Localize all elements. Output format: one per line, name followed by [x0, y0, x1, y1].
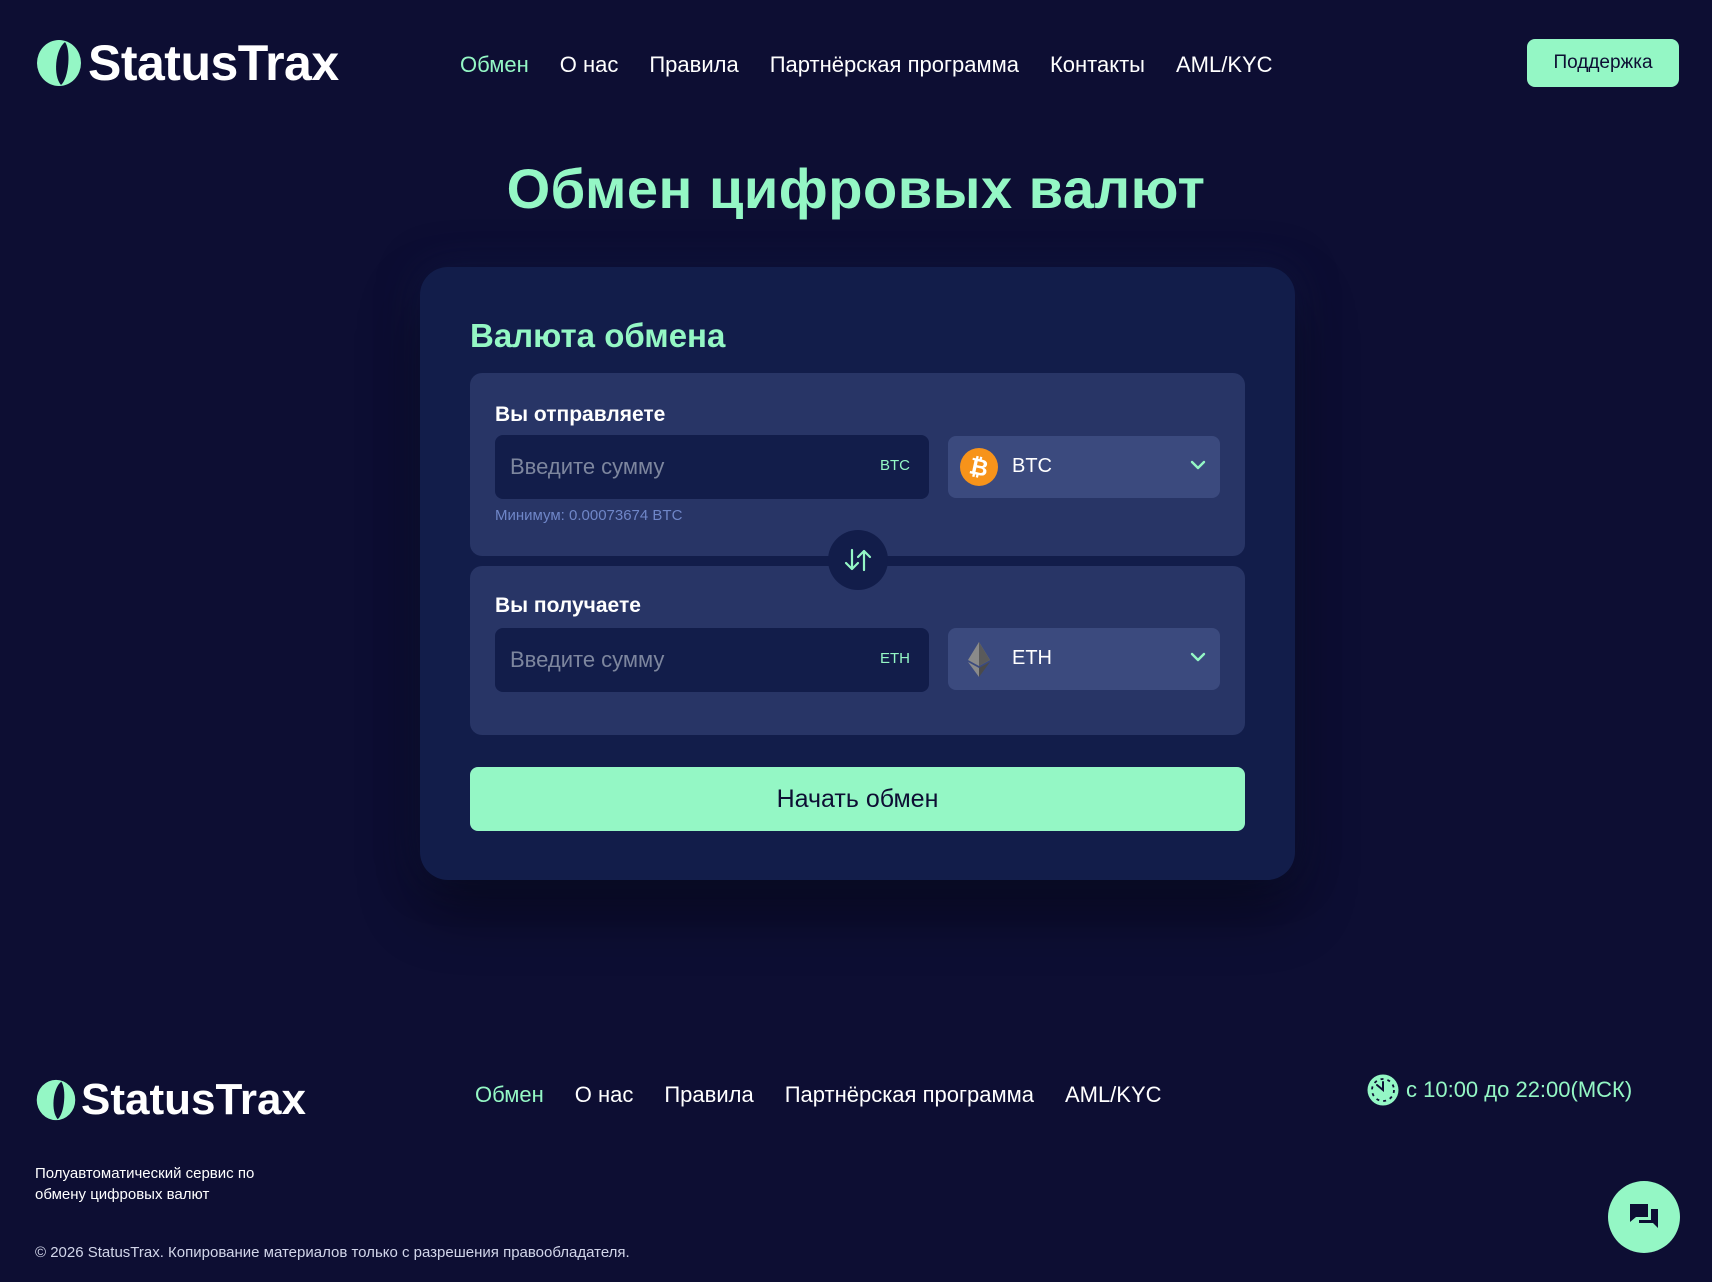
clock-icon: [1367, 1074, 1399, 1106]
minimum-note: Минимум: 0.00073674 BTC: [495, 507, 683, 524]
footer-nav: Обмен О нас Правила Партнёрская программ…: [475, 1080, 1193, 1110]
footer-nav-about[interactable]: О нас: [575, 1080, 634, 1110]
receive-amount-field: ETH: [495, 628, 929, 692]
footer-nav-exchange[interactable]: Обмен: [475, 1080, 544, 1110]
copyright: © 2026 StatusTrax. Копирование материало…: [35, 1244, 630, 1261]
support-button[interactable]: Поддержка: [1527, 39, 1679, 87]
send-block: Вы отправляете BTC ₿ BTC Минимум: 0.0007…: [470, 373, 1245, 556]
bitcoin-icon: ₿: [960, 448, 998, 486]
logo-icon: [37, 40, 81, 86]
receive-amount-input[interactable]: [510, 628, 850, 692]
nav-contacts[interactable]: Контакты: [1050, 50, 1145, 80]
footer-tagline: Полуавтоматический сервис по обмену цифр…: [35, 1165, 255, 1203]
nav-rules[interactable]: Правила: [649, 50, 738, 80]
footer-logo[interactable]: StatusTrax: [35, 1078, 306, 1122]
receive-selected-currency: ETH: [1012, 647, 1052, 669]
working-hours: с 10:00 до 22:00(МСК): [1366, 1073, 1632, 1107]
logo[interactable]: StatusTrax: [35, 38, 339, 88]
footer-nav-partner[interactable]: Партнёрская программа: [785, 1080, 1034, 1110]
nav-about[interactable]: О нас: [560, 50, 619, 80]
send-selected-currency: BTC: [1012, 455, 1052, 477]
page-title: Обмен цифровых валют: [506, 157, 1206, 220]
page: StatusTrax Обмен О нас Правила Партнёрск…: [0, 0, 1712, 1282]
nav-aml-kyc[interactable]: AML/KYC: [1176, 50, 1273, 80]
logo-text: StatusTrax: [88, 35, 339, 91]
receive-currency-code: ETH: [880, 650, 910, 667]
receive-block: Вы получаете ETH ETH: [470, 566, 1245, 735]
receive-currency-select[interactable]: ETH: [948, 628, 1220, 690]
main-nav: Обмен О нас Правила Партнёрская программ…: [460, 50, 1304, 80]
working-hours-text: с 10:00 до 22:00(МСК): [1406, 1077, 1633, 1102]
chevron-down-icon: [1190, 652, 1206, 662]
footer-nav-rules[interactable]: Правила: [664, 1080, 753, 1110]
ethereum-icon: [968, 642, 990, 677]
nav-partner[interactable]: Партнёрская программа: [770, 50, 1019, 80]
send-label: Вы отправляете: [495, 403, 666, 426]
exchange-card: Валюта обмена Вы отправляете BTC ₿ BTC М…: [420, 267, 1295, 880]
send-amount-input[interactable]: [510, 435, 850, 499]
start-exchange-button[interactable]: Начать обмен: [470, 767, 1245, 831]
send-currency-select[interactable]: ₿ BTC: [948, 436, 1220, 498]
card-title: Валюта обмена: [470, 317, 726, 354]
receive-label: Вы получаете: [495, 594, 641, 617]
chevron-down-icon: [1190, 460, 1206, 470]
header: StatusTrax Обмен О нас Правила Партнёрск…: [0, 0, 1712, 130]
swap-button[interactable]: [828, 530, 888, 590]
swap-arrows-icon: [844, 548, 872, 572]
nav-exchange[interactable]: Обмен: [460, 50, 529, 80]
footer-nav-aml-kyc[interactable]: AML/KYC: [1065, 1080, 1162, 1110]
footer-logo-text: StatusTrax: [81, 1075, 306, 1124]
send-currency-code: BTC: [880, 457, 910, 474]
chat-button[interactable]: [1608, 1181, 1680, 1253]
chat-icon: [1630, 1204, 1658, 1228]
logo-icon: [36, 1079, 76, 1121]
send-amount-field: BTC: [495, 435, 929, 499]
